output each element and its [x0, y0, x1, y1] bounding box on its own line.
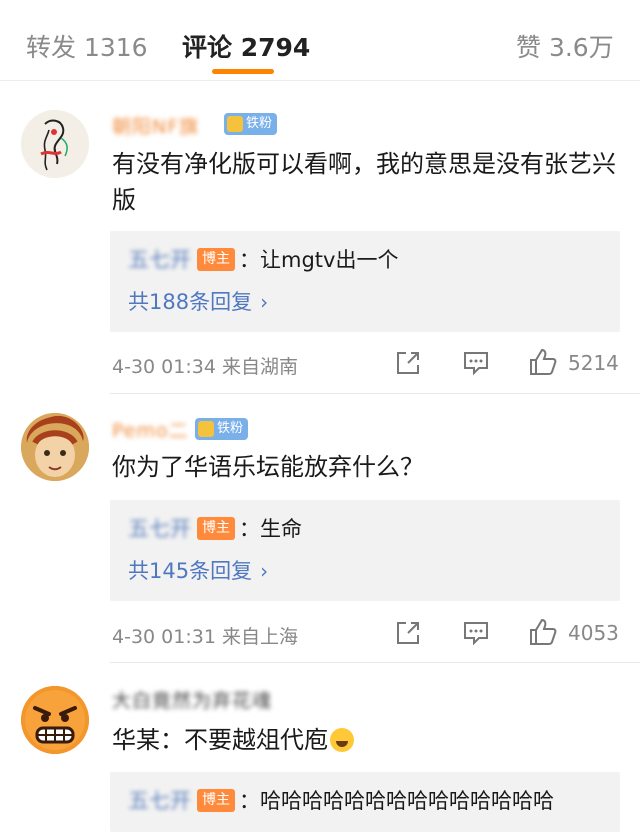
- reply-preview[interactable]: 五七开 博主 ：生命 共145条回复 ›: [110, 500, 620, 601]
- reply-line: 五七开 博主 ：生命: [128, 514, 302, 544]
- chevron-right-icon: ›: [260, 290, 269, 314]
- like-count: 5214: [568, 351, 619, 375]
- tab-likes[interactable]: 赞 3.6万: [516, 28, 614, 64]
- reply-username[interactable]: 五七开: [128, 786, 191, 816]
- fan-badge-icon: [198, 421, 214, 437]
- like-count: 4053: [568, 621, 619, 645]
- host-badge: 博主: [197, 248, 235, 271]
- reply-text: ：哈哈哈哈哈哈哈哈哈哈哈哈哈哈: [239, 789, 554, 813]
- thumbs-up-icon[interactable]: [528, 347, 558, 377]
- reply-line: 五七开 博主 ：哈哈哈哈哈哈哈哈哈哈哈哈哈哈: [128, 786, 554, 816]
- thumbs-up-icon[interactable]: [528, 617, 558, 647]
- comment-username[interactable]: Pemo二: [112, 416, 189, 443]
- host-badge: 博主: [197, 789, 235, 812]
- comment-meta: 4-30 01:34 来自湖南: [112, 352, 298, 379]
- tab-reposts[interactable]: 转发 1316: [26, 28, 148, 64]
- reply-text: ：生命: [239, 517, 302, 541]
- comment-time: 4-30 01:34: [112, 356, 216, 378]
- fan-badge-label: 铁粉: [217, 421, 244, 436]
- reply-count-link[interactable]: 共145条回复 ›: [128, 555, 268, 585]
- reply-count-label: 共145条回复: [128, 559, 253, 583]
- comment-time: 4-30 01:31: [112, 626, 216, 648]
- comment-icon[interactable]: [462, 620, 490, 646]
- comment-username[interactable]: 大白竟然为弃花魂: [112, 686, 272, 713]
- divider: [110, 393, 640, 394]
- comment-text: 华某：不要越俎代庖: [112, 722, 622, 758]
- comment-text: 你为了华语乐坛能放弃什么？: [112, 453, 424, 481]
- fan-badge: 铁粉: [224, 113, 278, 135]
- chevron-right-icon: ›: [260, 559, 269, 583]
- reply-preview[interactable]: 五七开 博主 ：哈哈哈哈哈哈哈哈哈哈哈哈哈哈: [110, 772, 620, 832]
- crying-laugh-emoji-icon: [330, 728, 354, 752]
- reply-username[interactable]: 五七开: [128, 245, 191, 275]
- comment-location: 来自上海: [221, 626, 298, 648]
- comment-username[interactable]: 朝阳NF旗: [112, 112, 199, 139]
- avatar[interactable]: [21, 686, 89, 754]
- comment-text: 有没有净化版可以看啊，我的意思是没有张艺兴版: [112, 150, 616, 214]
- comment-location: 来自湖南: [221, 356, 298, 378]
- comment-text-body: 华某：不要越俎代庖: [112, 726, 328, 754]
- share-icon[interactable]: [394, 619, 422, 647]
- host-badge: 博主: [197, 517, 235, 540]
- reply-username[interactable]: 五七开: [128, 514, 191, 544]
- share-icon[interactable]: [394, 349, 422, 377]
- reply-text: ：让mgtv出一个: [239, 248, 399, 272]
- avatar[interactable]: [21, 413, 89, 481]
- comment-meta: 4-30 01:31 来自上海: [112, 622, 298, 649]
- comment-icon[interactable]: [462, 350, 490, 376]
- avatar[interactable]: [21, 110, 89, 178]
- active-tab-indicator: [212, 69, 274, 74]
- divider: [110, 662, 640, 663]
- tab-comments[interactable]: 评论 2794: [182, 28, 310, 64]
- reply-count-label: 共188条回复: [128, 290, 253, 314]
- reply-count-link[interactable]: 共188条回复 ›: [128, 286, 268, 316]
- reply-line: 五七开 博主 ：让mgtv出一个: [128, 245, 398, 275]
- fan-badge-icon: [227, 116, 243, 132]
- fan-badge: 铁粉: [195, 418, 249, 440]
- reply-preview[interactable]: 五七开 博主 ：让mgtv出一个 共188条回复 ›: [110, 231, 620, 332]
- fan-badge-label: 铁粉: [246, 116, 273, 131]
- comment-tabs: 转发 1316 评论 2794 赞 3.6万: [0, 0, 640, 81]
